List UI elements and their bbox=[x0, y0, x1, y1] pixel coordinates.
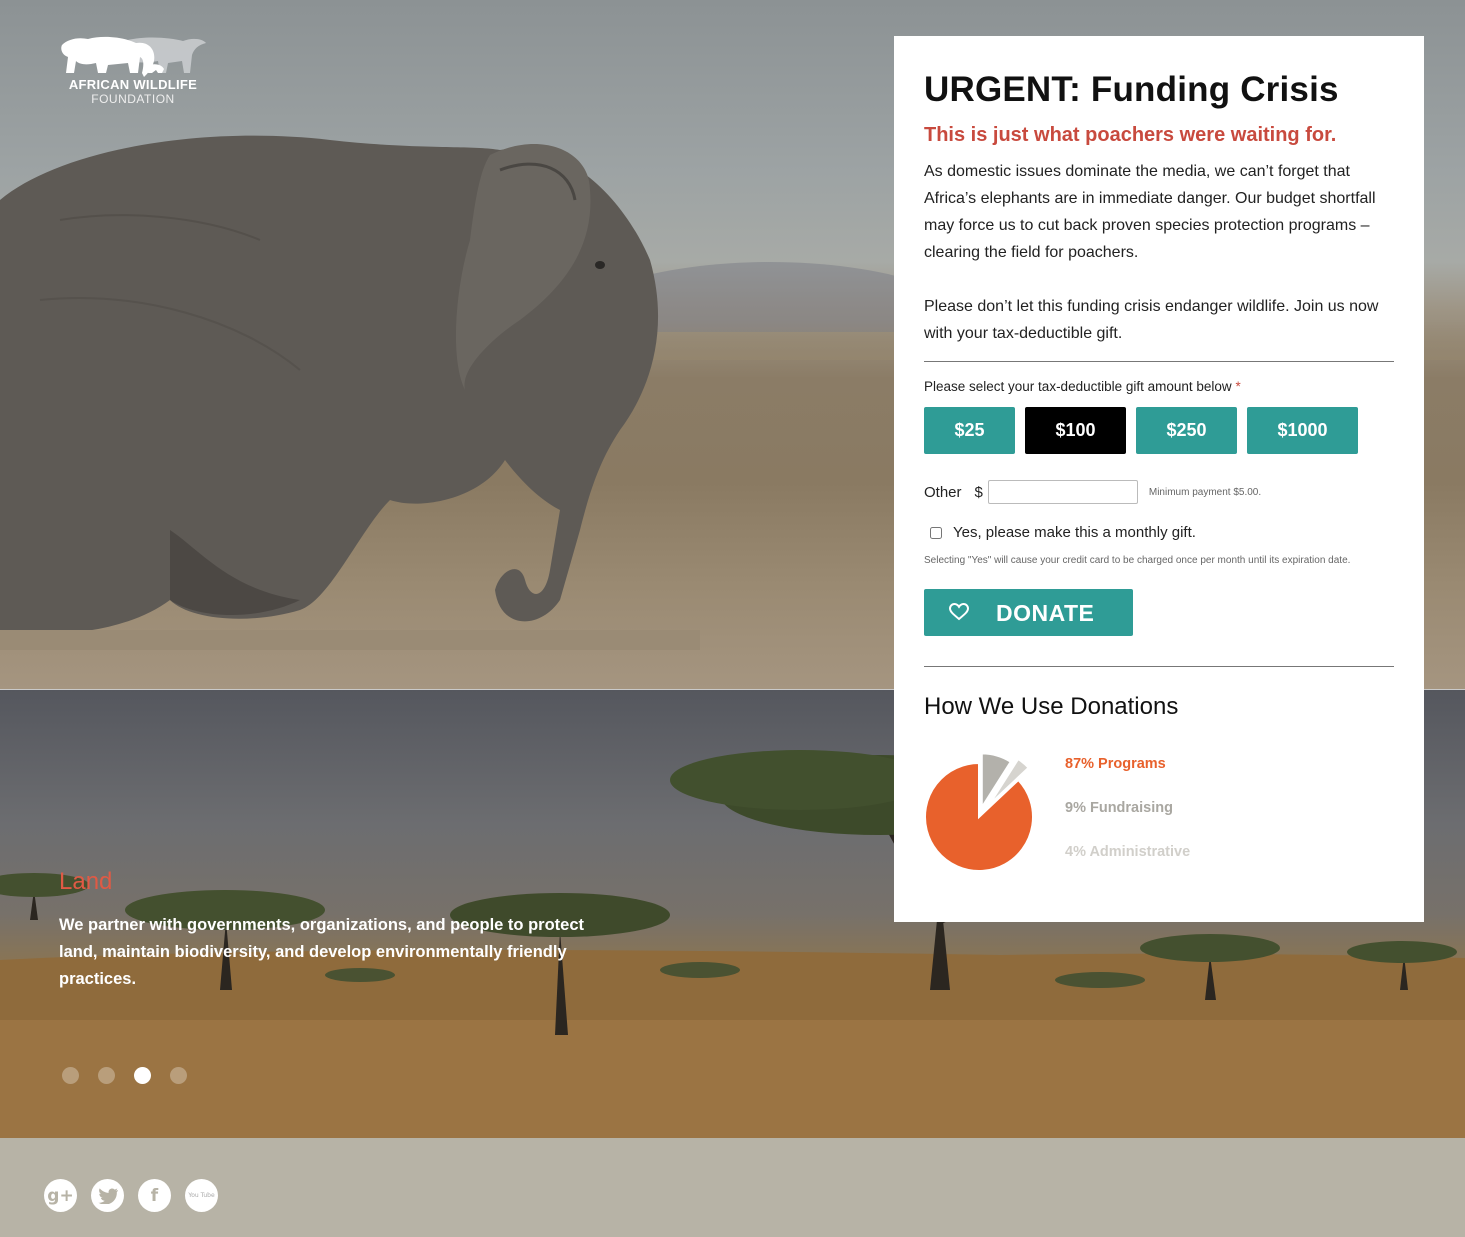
panel-title: URGENT: Funding Crisis bbox=[924, 70, 1339, 109]
chart-legend: 87% Programs 9% Fundraising 4% Administrat… bbox=[1065, 755, 1190, 887]
donation-usage-chart: 87% Programs 9% Fundraising 4% Administrat… bbox=[924, 741, 1394, 881]
amount-1000-button[interactable]: $1000 bbox=[1247, 407, 1358, 454]
panel-subtitle: This is just what poachers were waiting … bbox=[924, 124, 1337, 146]
footer: g+ f You Tube bbox=[0, 1138, 1465, 1237]
amount-100-button[interactable]: $100 bbox=[1025, 407, 1126, 454]
other-label: Other bbox=[924, 483, 962, 501]
logo-line2: FOUNDATION bbox=[91, 92, 175, 106]
other-amount-row: Other $ Minimum payment $5.00. bbox=[924, 480, 1394, 504]
amount-25-button[interactable]: $25 bbox=[924, 407, 1015, 454]
logo-line1: AFRICAN WILDLIFE bbox=[68, 77, 198, 92]
usage-title: How We Use Donations bbox=[924, 693, 1179, 720]
minimum-payment-note: Minimum payment $5.00. bbox=[1148, 486, 1262, 498]
monthly-gift-checkbox[interactable] bbox=[930, 526, 942, 539]
gift-amount-label: Please select your tax-deductible gift a… bbox=[924, 379, 1241, 394]
slide-title: Land bbox=[59, 868, 113, 895]
google-plus-icon[interactable]: g+ bbox=[44, 1179, 77, 1212]
slide-text: We partner with governments, organizatio… bbox=[59, 916, 585, 988]
legend-item-3: 4% Administrative bbox=[1065, 844, 1191, 860]
currency-symbol: $ bbox=[974, 483, 983, 501]
divider bbox=[924, 361, 1394, 362]
other-amount-input[interactable] bbox=[987, 480, 1138, 504]
legend-item-1: 87% Programs bbox=[1065, 756, 1166, 772]
donate-button[interactable]: DONATE bbox=[924, 589, 1133, 636]
carousel-dot-2[interactable] bbox=[98, 1067, 115, 1084]
carousel-dots bbox=[62, 1067, 187, 1084]
panel-paragraph-2: Please don’t let this funding crisis end… bbox=[924, 298, 1379, 342]
twitter-bird-icon bbox=[98, 1187, 118, 1204]
carousel-dot-1[interactable] bbox=[62, 1067, 79, 1084]
heart-icon bbox=[949, 603, 969, 621]
carousel-dot-4[interactable] bbox=[170, 1067, 187, 1084]
elephant-illustration bbox=[0, 135, 700, 650]
monthly-gift-label: Yes, please make this a monthly gift. bbox=[953, 524, 1196, 541]
gift-amount-options: $25 $100 $250 $1000 bbox=[924, 407, 1394, 454]
amount-250-button[interactable]: $250 bbox=[1136, 407, 1237, 454]
monthly-gift-row[interactable]: Yes, please make this a monthly gift. bbox=[924, 524, 1394, 541]
facebook-icon[interactable]: f bbox=[138, 1179, 171, 1212]
panel-paragraph-1: As domestic issues dominate the media, w… bbox=[924, 163, 1376, 261]
donation-panel: URGENT: Funding Crisis This is just what… bbox=[894, 36, 1424, 922]
pie-chart bbox=[924, 752, 1034, 872]
donate-label: DONATE bbox=[996, 600, 1095, 626]
required-mark: * bbox=[1235, 379, 1241, 394]
divider-2 bbox=[924, 666, 1394, 667]
carousel-dot-3[interactable] bbox=[134, 1067, 151, 1084]
legend-item-2: 9% Fundraising bbox=[1065, 800, 1173, 816]
logo-text[interactable]: AFRICAN WILDLIFE FOUNDATION bbox=[58, 78, 208, 105]
youtube-icon[interactable]: You Tube bbox=[185, 1179, 218, 1212]
monthly-gift-note: Selecting "Yes" will cause your credit c… bbox=[924, 555, 1351, 566]
twitter-icon[interactable] bbox=[91, 1179, 124, 1212]
social-links: g+ f You Tube bbox=[44, 1179, 218, 1212]
